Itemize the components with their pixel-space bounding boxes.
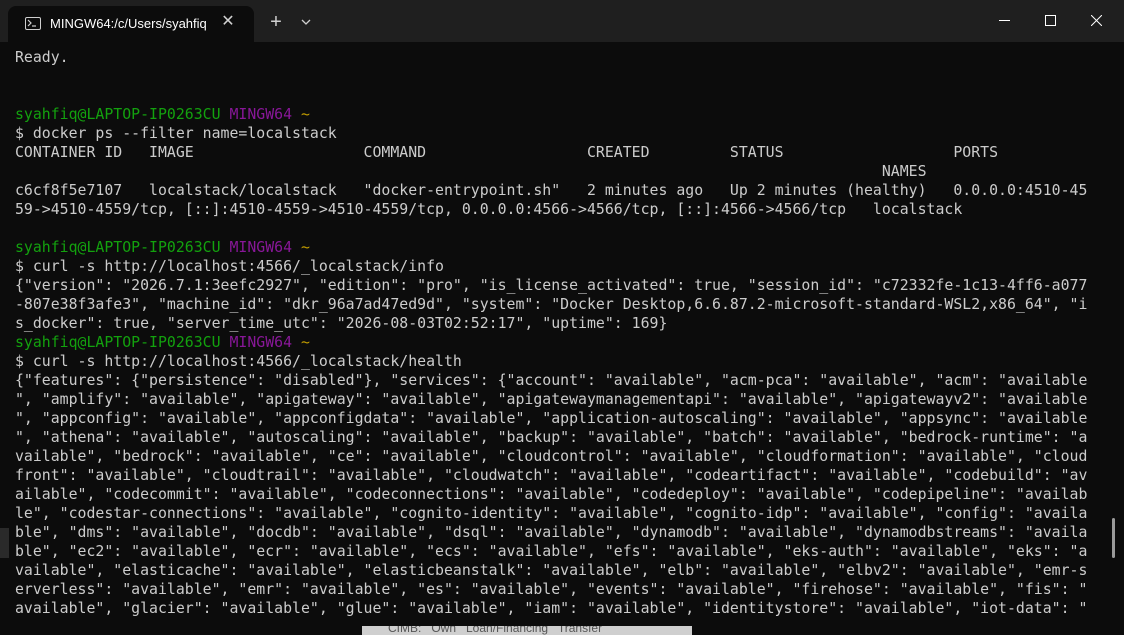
prompt-line: syahfiq@LAPTOP-IP0263CU MINGW64 ~ bbox=[15, 238, 1105, 257]
output-line: erverless": "available", "emr": "availab… bbox=[15, 580, 1088, 598]
title-bar: MINGW64:/c/Users/syahfiq ✕ + bbox=[0, 0, 1124, 42]
terminal-output[interactable]: Ready. syahfiq@LAPTOP-IP0263CU MINGW64 ~… bbox=[15, 48, 1105, 633]
output-line: s_docker": true, "server_time_utc": "202… bbox=[15, 314, 668, 332]
scrollbar[interactable] bbox=[1112, 518, 1115, 558]
maximize-icon bbox=[1045, 15, 1056, 26]
prompt-line: syahfiq@LAPTOP-IP0263CU MINGW64 ~ bbox=[15, 105, 1105, 124]
close-icon bbox=[1091, 15, 1102, 26]
command-line: $ docker ps --filter name=localstack bbox=[15, 124, 337, 142]
output-line: c6cf8f5e7107 localstack/localstack "dock… bbox=[15, 181, 1088, 199]
output-line: vailable", "bedrock": "available", "ce":… bbox=[15, 447, 1088, 465]
output-line: ", "appconfig": "available", "appconfigd… bbox=[15, 409, 1088, 427]
command-line: $ curl -s http://localhost:4566/_localst… bbox=[15, 257, 444, 275]
chevron-down-icon[interactable] bbox=[296, 12, 316, 32]
prompt-shell: MINGW64 bbox=[229, 238, 293, 256]
output-line: available", "glacier": "available", "glu… bbox=[15, 599, 1088, 617]
output-line: ", "athena": "available", "autoscaling":… bbox=[15, 428, 1088, 446]
output-line: CONTAINER ID IMAGE COMMAND CREATED STATU… bbox=[15, 143, 999, 161]
prompt-user-host: syahfiq@LAPTOP-IP0263CU bbox=[15, 238, 221, 256]
output-line: {"features": {"persistence": "disabled"}… bbox=[15, 371, 1088, 389]
tab-close-icon[interactable]: ✕ bbox=[218, 12, 238, 32]
output-line: ble", "ec2": "available", "ecr": "availa… bbox=[15, 542, 1088, 560]
ready-line: Ready. bbox=[15, 48, 69, 66]
prompt-path: ~ bbox=[300, 238, 310, 256]
output-line: le", "codestar-connections": "available"… bbox=[15, 504, 1088, 522]
prompt-shell: MINGW64 bbox=[229, 333, 293, 351]
command-line: $ curl -s http://localhost:4566/_localst… bbox=[15, 352, 462, 370]
prompt-line: syahfiq@LAPTOP-IP0263CU MINGW64 ~ bbox=[15, 333, 1105, 352]
terminal-window: MINGW64:/c/Users/syahfiq ✕ + Ready. syah… bbox=[0, 0, 1124, 635]
prompt-user-host: syahfiq@LAPTOP-IP0263CU bbox=[15, 333, 221, 351]
output-line: front": "available", "cloudtrail": "avai… bbox=[15, 466, 1088, 484]
background-window-text: CIMB: Own Loan/Financing Transfer bbox=[388, 626, 603, 635]
output-line: ble", "dms": "available", "docdb": "avai… bbox=[15, 523, 1088, 541]
tab-title: MINGW64:/c/Users/syahfiq bbox=[50, 16, 207, 31]
output-line: NAMES bbox=[15, 162, 927, 180]
minimize-icon bbox=[999, 20, 1010, 21]
prompt-path: ~ bbox=[300, 333, 310, 351]
close-button[interactable] bbox=[1073, 0, 1119, 40]
output-line: ailable", "codecommit": "available", "co… bbox=[15, 485, 1088, 503]
tab-mingw64[interactable]: MINGW64:/c/Users/syahfiq ✕ bbox=[8, 6, 254, 42]
output-line: {"version": "2026.7.1:3eefc2927", "editi… bbox=[15, 276, 1088, 294]
background-window-edge bbox=[0, 528, 9, 558]
new-tab-button[interactable]: + bbox=[266, 12, 286, 32]
output-line: ", "amplify": "available", "apigateway":… bbox=[15, 390, 1088, 408]
maximize-button[interactable] bbox=[1027, 0, 1073, 40]
terminal-icon bbox=[25, 17, 41, 30]
minimize-button[interactable] bbox=[981, 0, 1027, 40]
output-line: -807e38f3afe3", "machine_id": "dkr_96a7a… bbox=[15, 295, 1088, 313]
prompt-shell: MINGW64 bbox=[229, 105, 293, 123]
background-window: CIMB: Own Loan/Financing Transfer bbox=[362, 626, 692, 635]
output-line: vailable", "elasticache": "available", "… bbox=[15, 561, 1088, 579]
prompt-user-host: syahfiq@LAPTOP-IP0263CU bbox=[15, 105, 221, 123]
output-line: 59->4510-4559/tcp, [::]:4510-4559->4510-… bbox=[15, 200, 963, 218]
prompt-path: ~ bbox=[300, 105, 310, 123]
